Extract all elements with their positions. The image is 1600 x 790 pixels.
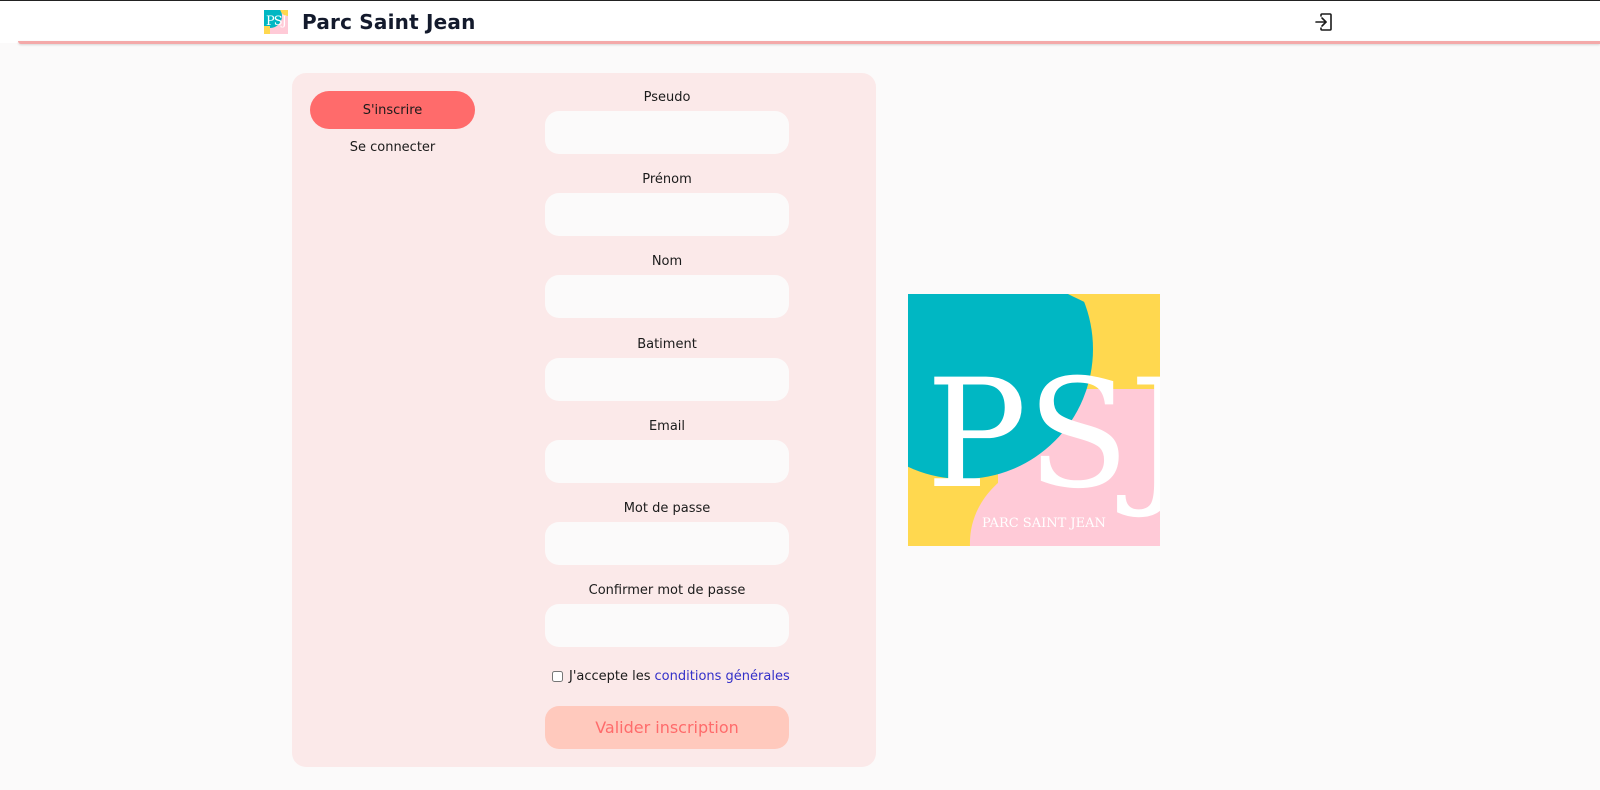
logo-letters: PSJ [926, 348, 1160, 522]
terms-prefix: J'accepte les [569, 668, 651, 684]
firstname-input[interactable] [545, 193, 789, 236]
brand[interactable]: PSJ Parc Saint Jean [264, 10, 476, 34]
navbar-underline [18, 41, 1600, 44]
terms-row: J'accepte les conditions générales [552, 667, 790, 685]
building-input[interactable] [545, 358, 789, 401]
signup-card: S'inscrire Se connecter Pseudo Prénom No… [292, 73, 876, 767]
submit-signup-button[interactable]: Valider inscription [545, 706, 789, 749]
lastname-label: Nom [651, 254, 683, 269]
pseudo-label: Pseudo [643, 90, 691, 105]
top-navbar: PSJ Parc Saint Jean [0, 0, 1600, 43]
logout-icon[interactable] [1314, 12, 1334, 32]
terms-checkbox[interactable] [552, 670, 563, 682]
password-input[interactable] [545, 522, 789, 565]
confirm-password-label: Confirmer mot de passe [588, 583, 746, 598]
tab-login[interactable]: Se connecter [310, 137, 475, 157]
lastname-input[interactable] [545, 275, 789, 318]
brand-logo: PSJ [264, 10, 288, 34]
email-label: Email [648, 419, 686, 434]
confirm-password-input[interactable] [545, 604, 789, 647]
firstname-label: Prénom [642, 172, 692, 187]
tab-signup[interactable]: S'inscrire [310, 91, 475, 129]
site-title: Parc Saint Jean [302, 10, 476, 34]
email-input[interactable] [545, 440, 789, 483]
pseudo-input[interactable] [545, 111, 789, 154]
terms-link[interactable]: conditions générales [655, 669, 790, 684]
psj-logo-image: PSJ PARC SAINT JEAN [908, 294, 1160, 546]
building-label: Batiment [637, 337, 697, 352]
password-label: Mot de passe [623, 501, 711, 516]
brand-logo-text: PSJ [266, 14, 287, 29]
logo-caption: PARC SAINT JEAN [982, 516, 1106, 531]
